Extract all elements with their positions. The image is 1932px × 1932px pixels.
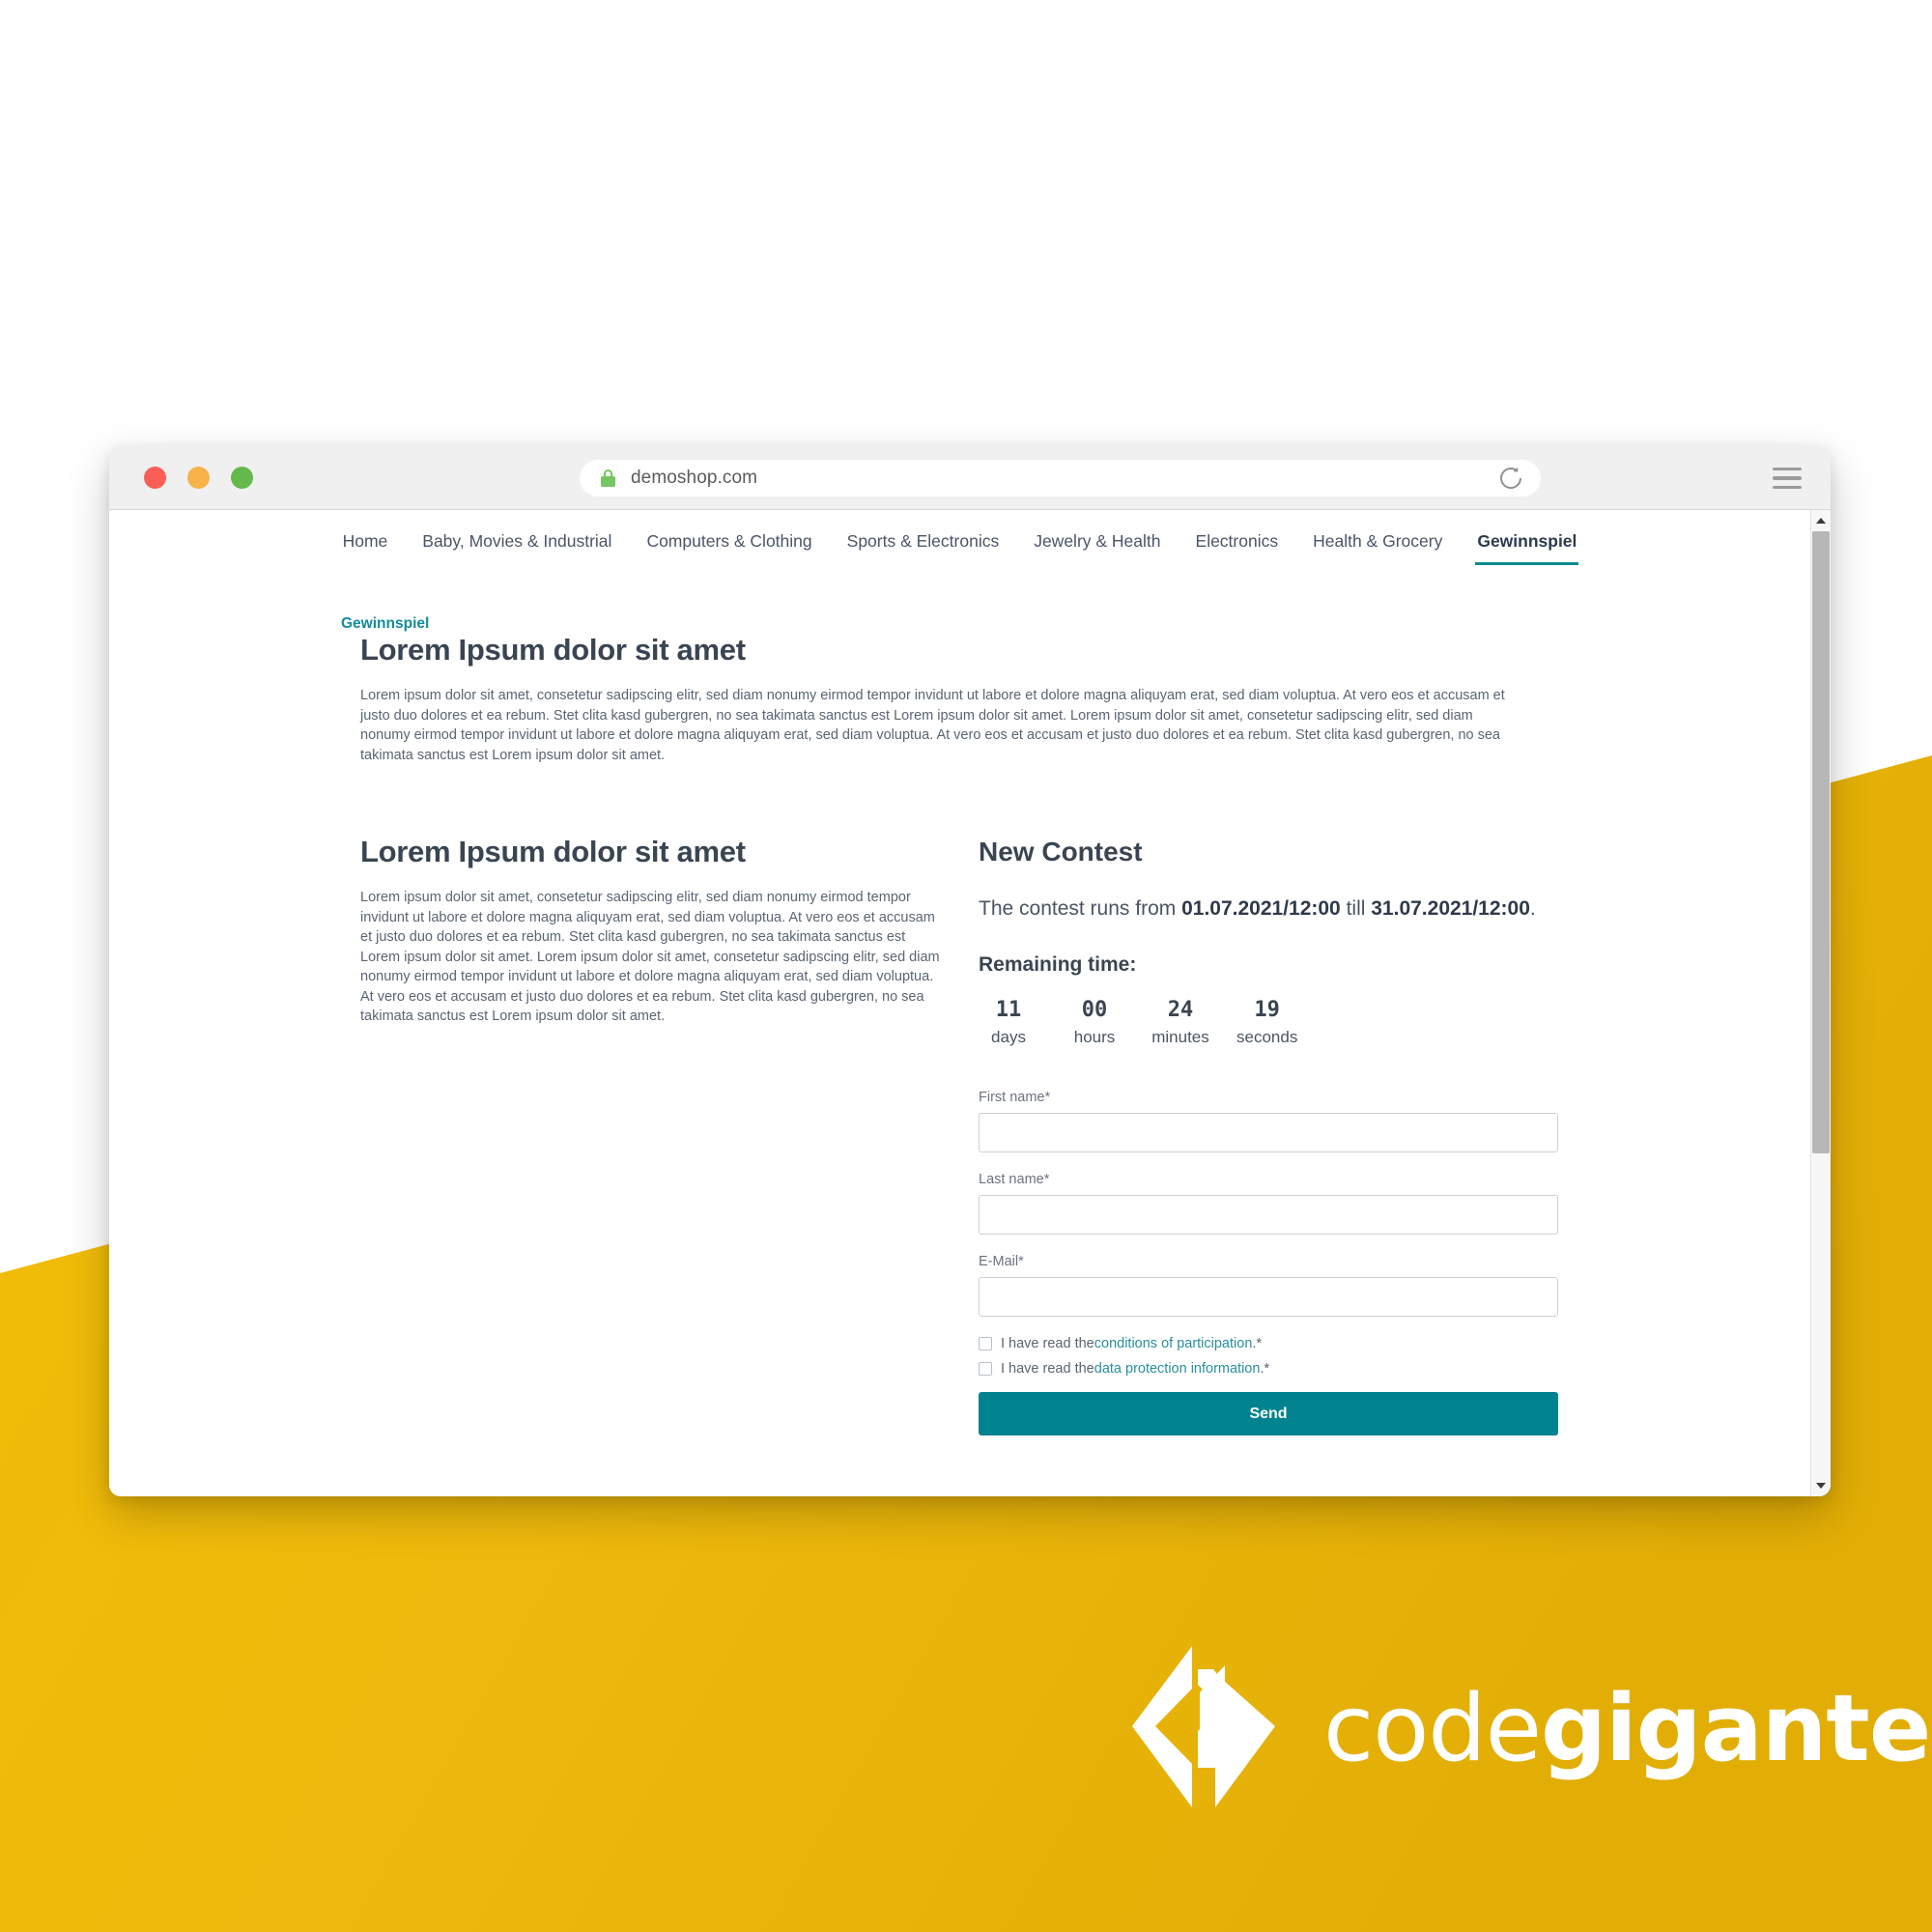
conditions-checkbox-row: I have read the conditions of participat… xyxy=(979,1336,1558,1351)
contest-end-date: 31.07.2021/12:00 xyxy=(1371,897,1530,920)
intro-paragraph: Lorem ipsum dolor sit amet, consetetur s… xyxy=(360,688,1505,763)
window-controls xyxy=(144,467,253,489)
address-bar[interactable]: demoshop.com xyxy=(580,460,1541,497)
url-text: demoshop.com xyxy=(631,468,758,488)
page-scrollbar[interactable] xyxy=(1810,510,1831,1496)
nav-item-gewinnspiel[interactable]: Gewinnspiel xyxy=(1475,527,1579,565)
brand-wordmark-bold: giganten xyxy=(1541,1675,1932,1782)
countdown-hours-value: 00 xyxy=(1081,998,1108,1022)
last-name-input[interactable] xyxy=(979,1195,1558,1235)
left-column-paragraph: Lorem ipsum dolor sit amet, consetetur s… xyxy=(360,890,940,1024)
first-name-input[interactable] xyxy=(979,1113,1558,1152)
codegiganten-diamond-logo-icon xyxy=(1130,1642,1277,1816)
scroll-up-arrow-icon[interactable] xyxy=(1811,512,1831,529)
nav-item-electronics[interactable]: Electronics xyxy=(1194,527,1281,562)
countdown-seconds-label: seconds xyxy=(1236,1028,1298,1046)
nav-item-home[interactable]: Home xyxy=(341,527,390,562)
countdown-days-label: days xyxy=(991,1028,1026,1046)
browser-window: demoshop.com Home Baby, Movies & Industr… xyxy=(109,446,1831,1496)
conditions-prefix: I have read the xyxy=(1001,1336,1094,1351)
privacy-checkbox[interactable] xyxy=(979,1362,992,1376)
countdown-days-value: 11 xyxy=(995,998,1022,1022)
contest-period-suffix: . xyxy=(1529,897,1536,920)
privacy-prefix: I have read the xyxy=(1001,1361,1094,1377)
first-name-field-group: First name* xyxy=(979,1090,1558,1152)
conditions-suffix: .* xyxy=(1252,1336,1263,1351)
brand-wordmark: codegiganten xyxy=(1323,1683,1932,1776)
data-protection-information-link[interactable]: data protection information xyxy=(1094,1361,1261,1377)
site-navigation: Home Baby, Movies & Industrial Computers… xyxy=(109,510,1810,565)
intro-title: Lorem Ipsum dolor sit amet xyxy=(360,633,746,667)
browser-titlebar: demoshop.com xyxy=(109,446,1831,510)
conditions-checkbox[interactable] xyxy=(979,1337,992,1350)
breadcrumb[interactable]: Gewinnspiel xyxy=(341,615,1810,633)
scroll-down-arrow-icon[interactable] xyxy=(1811,1477,1831,1494)
countdown-minutes-value: 24 xyxy=(1167,998,1194,1022)
contest-title: New Contest xyxy=(979,837,1143,867)
hamburger-menu-icon[interactable] xyxy=(1773,468,1802,489)
remaining-time-label: Remaining time: xyxy=(979,953,1137,976)
countdown-timer: 11 days 00 hours 24 minutes 19 seconds xyxy=(979,998,1558,1047)
lock-icon xyxy=(601,469,615,487)
contest-period-middle: till xyxy=(1340,897,1372,920)
contest-panel: New Contest The contest runs from 01.07.… xyxy=(979,835,1558,1435)
close-window-button[interactable] xyxy=(144,467,166,489)
brand-wordmark-light: code xyxy=(1323,1675,1542,1782)
screenshot-root: demoshop.com Home Baby, Movies & Industr… xyxy=(0,0,1932,1932)
send-button[interactable]: Send xyxy=(979,1392,1558,1435)
last-name-field-group: Last name* xyxy=(979,1172,1558,1235)
conditions-of-participation-link[interactable]: conditions of participation xyxy=(1094,1336,1253,1351)
email-label: E-Mail* xyxy=(979,1254,1024,1269)
contest-start-date: 01.07.2021/12:00 xyxy=(1181,897,1341,920)
left-column: Lorem Ipsum dolor sit amet Lorem ipsum d… xyxy=(360,835,940,1435)
nav-item-health-grocery[interactable]: Health & Grocery xyxy=(1311,527,1444,562)
brand-logo: codegiganten xyxy=(1130,1642,1932,1816)
nav-item-computers-clothing[interactable]: Computers & Clothing xyxy=(644,527,813,562)
contest-period: The contest runs from 01.07.2021/12:00 t… xyxy=(979,893,1558,924)
email-field-group: E-Mail* xyxy=(979,1254,1558,1317)
nav-item-sports-electronics[interactable]: Sports & Electronics xyxy=(845,527,1002,562)
first-name-label: First name* xyxy=(979,1090,1051,1105)
countdown-hours-label: hours xyxy=(1073,1028,1116,1046)
privacy-suffix: .* xyxy=(1260,1361,1270,1377)
content-columns: Lorem Ipsum dolor sit amet Lorem ipsum d… xyxy=(109,633,1810,1435)
last-name-label: Last name* xyxy=(979,1172,1050,1187)
minimize-window-button[interactable] xyxy=(187,467,210,489)
countdown-seconds: 19 seconds xyxy=(1236,998,1297,1047)
page-content: Gewinnspiel Lorem Ipsum dolor sit amet L… xyxy=(109,565,1810,1435)
contest-form: First name* Last name* E-Mail* I have re… xyxy=(979,1090,1558,1435)
two-column-row: Lorem Ipsum dolor sit amet Lorem ipsum d… xyxy=(360,835,1646,1435)
contest-period-prefix: The contest runs from xyxy=(979,897,1182,920)
maximize-window-button[interactable] xyxy=(231,467,253,489)
nav-item-baby-movies-industrial[interactable]: Baby, Movies & Industrial xyxy=(420,527,613,562)
nav-item-jewelry-health[interactable]: Jewelry & Health xyxy=(1032,527,1162,562)
scrollbar-thumb[interactable] xyxy=(1812,531,1830,1153)
countdown-seconds-value: 19 xyxy=(1254,998,1280,1022)
privacy-checkbox-row: I have read the data protection informat… xyxy=(979,1361,1558,1377)
countdown-hours: 00 hours xyxy=(1065,998,1124,1047)
email-input[interactable] xyxy=(979,1277,1558,1317)
browser-viewport: Home Baby, Movies & Industrial Computers… xyxy=(109,510,1831,1496)
countdown-minutes: 24 minutes xyxy=(1151,998,1210,1047)
countdown-days: 11 days xyxy=(979,998,1038,1047)
countdown-minutes-label: minutes xyxy=(1151,1028,1209,1046)
reload-icon[interactable] xyxy=(1496,464,1525,493)
left-column-title: Lorem Ipsum dolor sit amet xyxy=(360,835,746,868)
web-page: Home Baby, Movies & Industrial Computers… xyxy=(109,510,1810,1496)
